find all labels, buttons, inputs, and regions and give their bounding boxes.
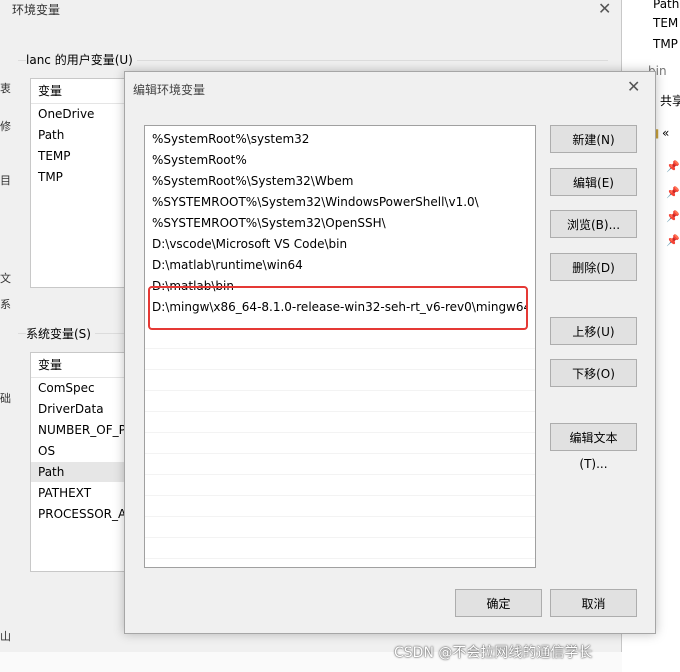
ok-button[interactable]: 确定 <box>455 589 542 617</box>
pin-icon[interactable]: 📌 <box>666 160 680 173</box>
new-button[interactable]: 新建(N) <box>550 125 637 153</box>
edge-text: 修 <box>0 120 11 133</box>
close-icon[interactable]: ✕ <box>627 79 640 95</box>
list-item[interactable]: %SystemRoot% <box>145 150 535 171</box>
cancel-button[interactable]: 取消 <box>550 589 637 617</box>
empty-row <box>145 495 535 517</box>
edge-text: 础 <box>0 392 11 405</box>
edit-text-button[interactable]: 编辑文本(T)... <box>550 423 637 471</box>
empty-row <box>145 390 535 412</box>
edit-button[interactable]: 编辑(E) <box>550 168 637 196</box>
edge-text: 系 <box>0 298 11 311</box>
empty-row <box>145 348 535 370</box>
watermark: CSDN @不会拉网线的通信学长 <box>394 645 593 661</box>
list-item[interactable]: TMP <box>653 37 678 51</box>
pin-icon[interactable]: 📌 <box>666 210 680 223</box>
edge-text: 目 <box>0 174 11 187</box>
empty-row <box>145 453 535 475</box>
list-item[interactable]: %SystemRoot%\system32 <box>145 129 535 150</box>
empty-row <box>145 537 535 559</box>
list-item[interactable]: D:\matlab\runtime\win64 <box>145 255 535 276</box>
list-item[interactable]: TEM <box>653 16 678 30</box>
empty-row <box>145 411 535 433</box>
edge-text: 山 <box>0 630 11 643</box>
table-row[interactable]: PROCESSOR_AI <box>38 504 130 524</box>
table-header[interactable]: 变量 <box>31 353 139 378</box>
empty-row <box>145 327 535 349</box>
list-item[interactable]: Path <box>653 0 679 11</box>
path-entries-list[interactable]: %SystemRoot%\system32 %SystemRoot% %Syst… <box>144 125 536 568</box>
share-tab[interactable]: 共享 <box>660 92 680 109</box>
move-down-button[interactable]: 下移(O) <box>550 359 637 387</box>
delete-button[interactable]: 删除(D) <box>550 253 637 281</box>
edge-text: 衷 <box>0 82 11 95</box>
table-header[interactable]: 变量 <box>31 79 139 104</box>
move-up-button[interactable]: 上移(U) <box>550 317 637 345</box>
list-item[interactable]: %SYSTEMROOT%\System32\OpenSSH\ <box>145 213 535 234</box>
edge-text: 文 <box>0 272 11 285</box>
table-row[interactable]: ComSpec <box>38 378 95 398</box>
breadcrumb[interactable]: « <box>662 126 669 140</box>
edit-environment-variable-dialog: 编辑环境变量 ✕ %SystemRoot%\system32 %SystemRo… <box>124 71 656 634</box>
empty-row <box>145 474 535 496</box>
table-row[interactable]: DriverData <box>38 399 104 419</box>
empty-row <box>145 432 535 454</box>
window-title: 环境变量 <box>12 3 61 17</box>
highlight-box <box>148 286 528 330</box>
close-icon[interactable]: ✕ <box>598 1 611 17</box>
empty-row <box>145 516 535 538</box>
pin-icon[interactable]: 📌 <box>666 186 680 199</box>
table-row[interactable]: PATHEXT <box>38 483 91 503</box>
empty-row <box>145 369 535 391</box>
user-variables-label: lanc 的用户变量(U) <box>26 51 137 68</box>
table-row[interactable]: OneDrive <box>38 104 94 124</box>
dialog-title: 编辑环境变量 <box>133 83 206 97</box>
table-row-selected[interactable]: Path <box>31 462 139 482</box>
list-item[interactable]: %SystemRoot%\System32\Wbem <box>145 171 535 192</box>
table-row[interactable]: NUMBER_OF_P <box>38 420 126 440</box>
list-item[interactable]: %SYSTEMROOT%\System32\WindowsPowerShell\… <box>145 192 535 213</box>
system-variables-label: 系统变量(S) <box>26 325 95 342</box>
table-row[interactable]: Path <box>38 125 64 145</box>
browse-button[interactable]: 浏览(B)... <box>550 210 637 238</box>
pin-icon[interactable]: 📌 <box>666 234 680 247</box>
list-item[interactable]: D:\vscode\Microsoft VS Code\bin <box>145 234 535 255</box>
table-row[interactable]: TEMP <box>38 146 71 166</box>
table-row[interactable]: TMP <box>38 167 63 187</box>
table-row[interactable]: OS <box>38 441 55 461</box>
